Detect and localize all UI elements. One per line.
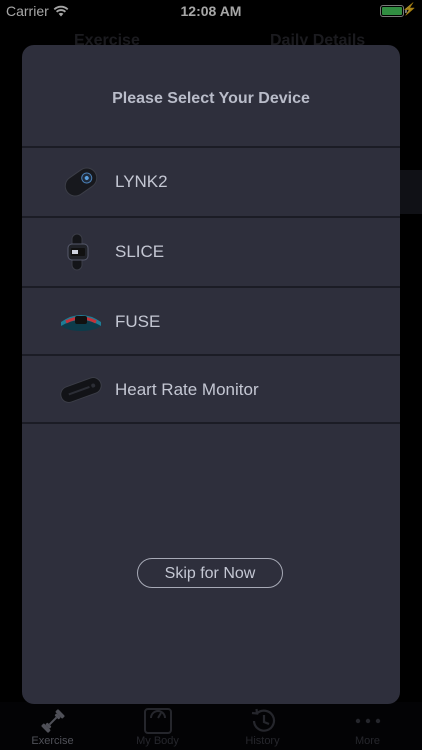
slice-device-image <box>58 232 104 272</box>
device-name: SLICE <box>115 242 165 261</box>
modal-title: Please Select Your Device <box>112 90 310 107</box>
device-name: Heart Rate Monitor <box>115 380 259 399</box>
device-row-fuse[interactable]: FUSE <box>22 288 400 356</box>
device-name: FUSE <box>115 312 161 331</box>
fuse-device-image <box>58 302 104 342</box>
device-row-heart-rate-monitor[interactable]: Heart Rate Monitor <box>22 356 400 424</box>
divider <box>22 422 400 424</box>
skip-for-now-button[interactable]: Skip for Now <box>137 558 283 588</box>
device-row-slice[interactable]: SLICE <box>22 218 400 286</box>
device-select-modal: Please Select Your Device LYNK2 SLICE FU… <box>22 45 400 704</box>
device-name: LYNK2 <box>115 172 168 191</box>
lynk2-device-image <box>58 162 104 202</box>
device-row-lynk2[interactable]: LYNK2 <box>22 148 400 216</box>
heart-rate-monitor-image <box>58 370 104 410</box>
